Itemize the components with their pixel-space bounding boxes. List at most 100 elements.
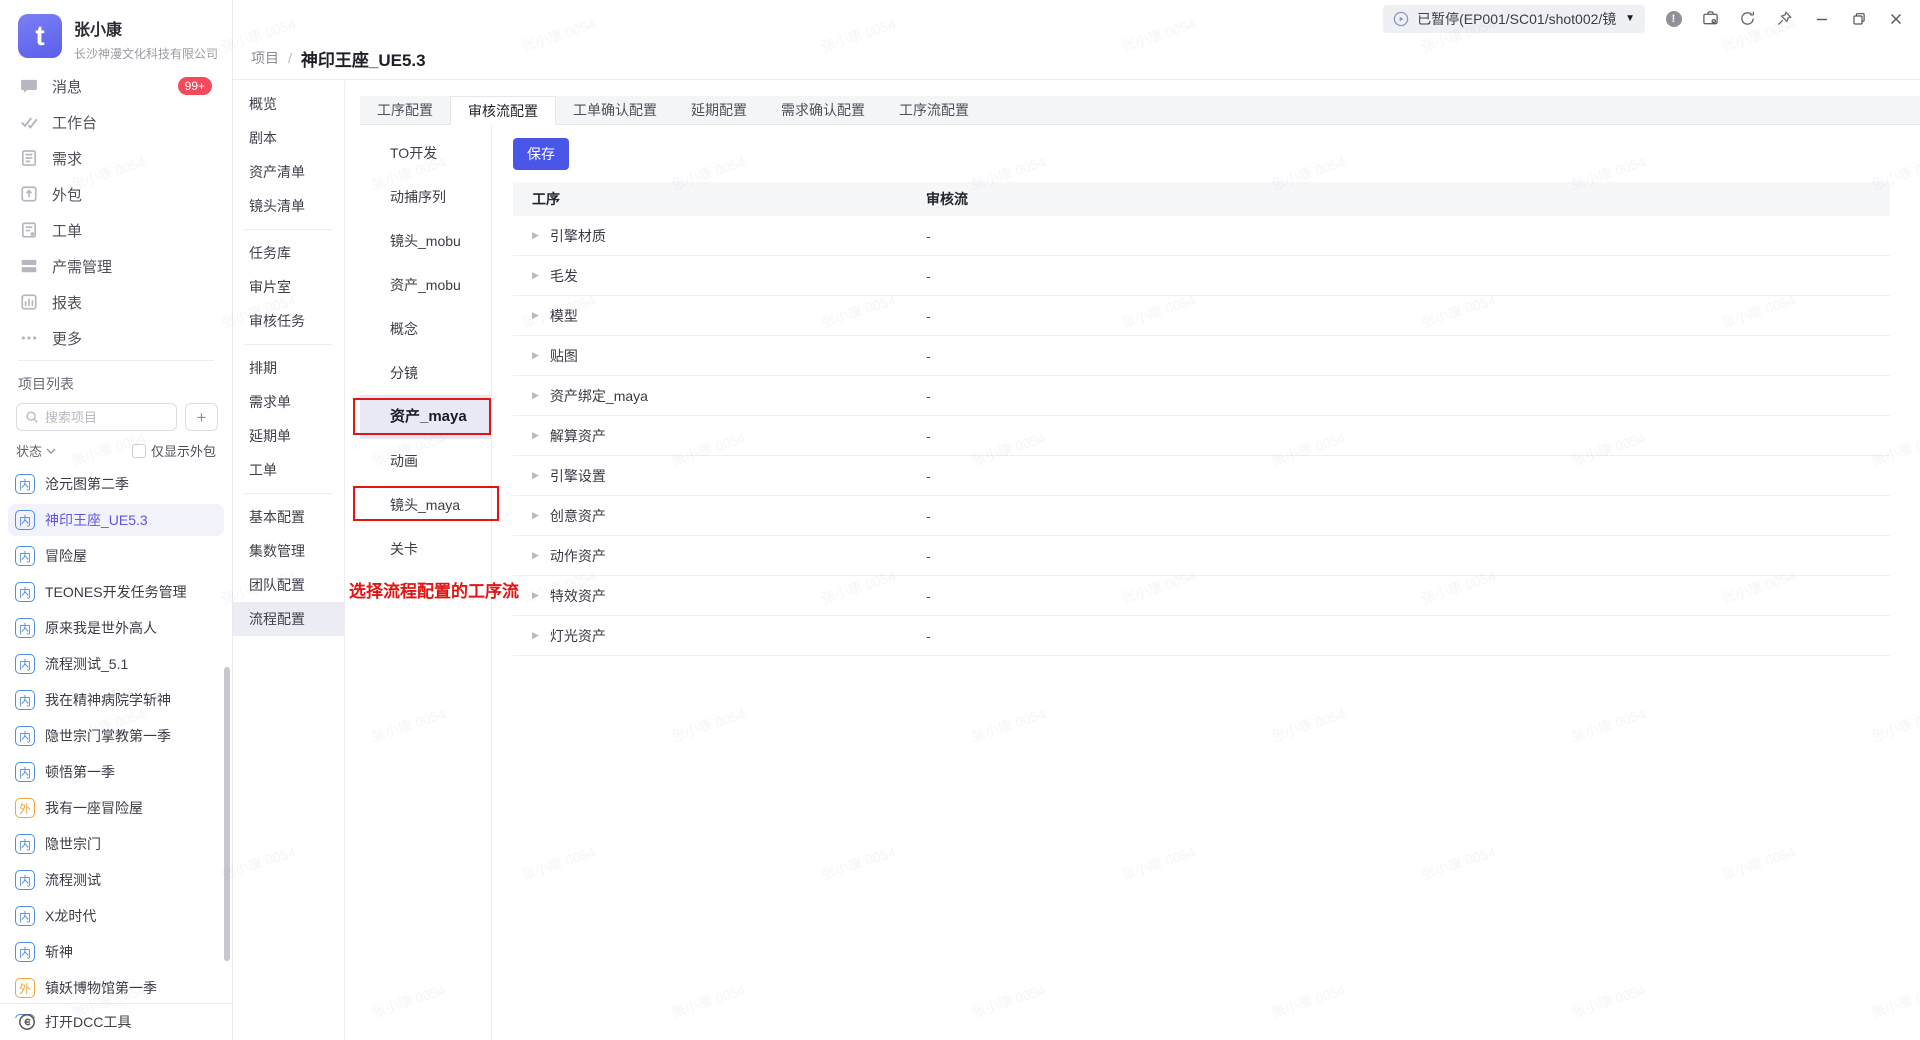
tab-review-flow-config[interactable]: 审核流配置	[450, 96, 556, 125]
nav-item-task-library[interactable]: 任务库	[233, 236, 344, 270]
nav-item-script[interactable]: 剧本	[233, 121, 344, 155]
wf-item-asset-maya[interactable]: 资产_maya	[360, 395, 491, 439]
project-item[interactable]: 内隐世宗门	[8, 828, 224, 860]
menu-item-work-orders[interactable]: 工单	[0, 212, 232, 248]
tab-delay-config[interactable]: 延期配置	[674, 96, 764, 124]
table-row[interactable]: ▶模型-	[513, 296, 1890, 336]
table-row[interactable]: ▶引擎材质-	[513, 216, 1890, 256]
expand-chevron-icon[interactable]: ▶	[532, 510, 539, 521]
wf-item-asset-mobu[interactable]: 资产_mobu	[360, 263, 491, 307]
add-project-button[interactable]: +	[185, 403, 218, 431]
menu-item-supply-demand[interactable]: 产需管理	[0, 248, 232, 284]
nav-item-episode-management[interactable]: 集数管理	[233, 534, 344, 568]
nav-item-requirement-orders[interactable]: 需求单	[233, 385, 344, 419]
project-item[interactable]: 内流程测试_5.1	[8, 648, 224, 680]
menu-item-requirements[interactable]: 需求	[0, 140, 232, 176]
wf-item-shot-mobu[interactable]: 镜头_mobu	[360, 219, 491, 263]
expand-chevron-icon[interactable]: ▶	[532, 310, 539, 321]
menu-item-workbench[interactable]: 工作台	[0, 104, 232, 140]
project-item[interactable]: 内X龙时代	[8, 900, 224, 932]
refresh-button[interactable]	[1729, 4, 1766, 34]
expand-chevron-icon[interactable]: ▶	[532, 390, 539, 401]
project-item[interactable]: 内隐世宗门掌教第一季	[8, 720, 224, 752]
project-item[interactable]: 内流程测试	[8, 864, 224, 896]
save-button[interactable]: 保存	[513, 138, 569, 170]
wf-item-shot-maya[interactable]: 镜头_maya	[360, 483, 491, 527]
wf-item-storyboard[interactable]: 分镜	[360, 351, 491, 395]
nav-item-schedule[interactable]: 排期	[233, 351, 344, 385]
nav-item-asset-list[interactable]: 资产清单	[233, 155, 344, 189]
internal-badge: 内	[15, 870, 35, 890]
nav-item-work-orders[interactable]: 工单	[233, 453, 344, 487]
expand-chevron-icon[interactable]: ▶	[532, 270, 539, 281]
nav-item-basic-config[interactable]: 基本配置	[233, 500, 344, 534]
expand-chevron-icon[interactable]: ▶	[532, 630, 539, 641]
expand-chevron-icon[interactable]: ▶	[532, 590, 539, 601]
project-item[interactable]: 内我在精神病院学斩神	[8, 684, 224, 716]
project-search-input[interactable]	[45, 410, 168, 425]
nav-item-overview[interactable]: 概览	[233, 87, 344, 121]
tab-workorder-confirm-config[interactable]: 工单确认配置	[556, 96, 674, 124]
open-dcc-button[interactable]: 打开DCC工具	[0, 1003, 232, 1040]
menu-item-more[interactable]: 更多	[0, 320, 232, 356]
nav-item-review-tasks[interactable]: 审核任务	[233, 304, 344, 338]
menu-item-outsourcing[interactable]: 外包	[0, 176, 232, 212]
chevron-down-icon	[46, 448, 56, 454]
close-button[interactable]	[1877, 4, 1914, 34]
project-item[interactable]: 内冒险屋	[8, 540, 224, 572]
table-row[interactable]: ▶贴图-	[513, 336, 1890, 376]
project-item[interactable]: 内原来我是世外高人	[8, 612, 224, 644]
sidebar-scrollbar[interactable]	[224, 667, 230, 961]
menu-item-reports[interactable]: 报表	[0, 284, 232, 320]
table-row[interactable]: ▶解算资产-	[513, 416, 1890, 456]
project-item[interactable]: 内TEONES开发任务管理	[8, 576, 224, 608]
wf-item-to-dev[interactable]: TO开发	[360, 131, 491, 175]
tab-requirement-confirm-config[interactable]: 需求确认配置	[764, 96, 882, 124]
wf-item-mocap-sequence[interactable]: 动捕序列	[360, 175, 491, 219]
task-status-dropdown[interactable]: 已暂停(EP001/SC01/shot002/镜... ▼	[1383, 5, 1645, 33]
nav-item-delay-orders[interactable]: 延期单	[233, 419, 344, 453]
nav-item-team-config[interactable]: 团队配置	[233, 568, 344, 602]
expand-chevron-icon[interactable]: ▶	[532, 470, 539, 481]
task-tray-button[interactable]	[1692, 4, 1729, 34]
expand-chevron-icon[interactable]: ▶	[532, 430, 539, 441]
table-row[interactable]: ▶毛发-	[513, 256, 1890, 296]
wf-item-level[interactable]: 关卡	[360, 527, 491, 571]
table-row[interactable]: ▶特效资产-	[513, 576, 1890, 616]
expand-chevron-icon[interactable]: ▶	[532, 550, 539, 561]
dcc-tool-icon	[18, 1013, 36, 1031]
tab-process-flow-config[interactable]: 工序流配置	[882, 96, 986, 124]
project-search-box[interactable]	[16, 403, 177, 431]
checkbox-icon[interactable]	[132, 444, 146, 458]
table-row[interactable]: ▶创意资产-	[513, 496, 1890, 536]
project-item-selected[interactable]: 内神印王座_UE5.3	[8, 504, 224, 536]
expand-chevron-icon[interactable]: ▶	[532, 350, 539, 361]
notification-button[interactable]: !	[1655, 4, 1692, 34]
restore-button[interactable]	[1840, 4, 1877, 34]
table-row[interactable]: ▶引擎设置-	[513, 456, 1890, 496]
wf-item-concept[interactable]: 概念	[360, 307, 491, 351]
table-row[interactable]: ▶灯光资产-	[513, 616, 1890, 656]
breadcrumb-root[interactable]: 项目	[251, 48, 279, 68]
table-row[interactable]: ▶资产绑定_maya-	[513, 376, 1890, 416]
minimize-button[interactable]	[1803, 4, 1840, 34]
project-item[interactable]: 外我有一座冒险屋	[8, 792, 224, 824]
nav-item-shot-list[interactable]: 镜头清单	[233, 189, 344, 223]
open-dcc-label: 打开DCC工具	[45, 1012, 131, 1032]
wf-item-animation[interactable]: 动画	[360, 439, 491, 483]
project-item[interactable]: 内斩神	[8, 936, 224, 968]
nav-item-review-room[interactable]: 审片室	[233, 270, 344, 304]
table-row[interactable]: ▶动作资产-	[513, 536, 1890, 576]
project-item[interactable]: 内沧元图第二季	[8, 468, 224, 500]
nav-item-process-config[interactable]: 流程配置	[233, 602, 344, 636]
outsource-only-checkbox[interactable]: 仅显示外包	[132, 441, 216, 460]
status-filter-dropdown[interactable]: 状态	[16, 441, 56, 460]
expand-chevron-icon[interactable]: ▶	[532, 230, 539, 241]
project-item[interactable]: 外镇妖博物馆第一季	[8, 972, 224, 1004]
internal-badge: 内	[15, 510, 35, 530]
minimize-icon	[1815, 12, 1829, 26]
pin-button[interactable]	[1766, 4, 1803, 34]
tab-process-config[interactable]: 工序配置	[360, 96, 450, 124]
project-item[interactable]: 内顿悟第一季	[8, 756, 224, 788]
menu-item-messages[interactable]: 消息 99+	[0, 68, 232, 104]
